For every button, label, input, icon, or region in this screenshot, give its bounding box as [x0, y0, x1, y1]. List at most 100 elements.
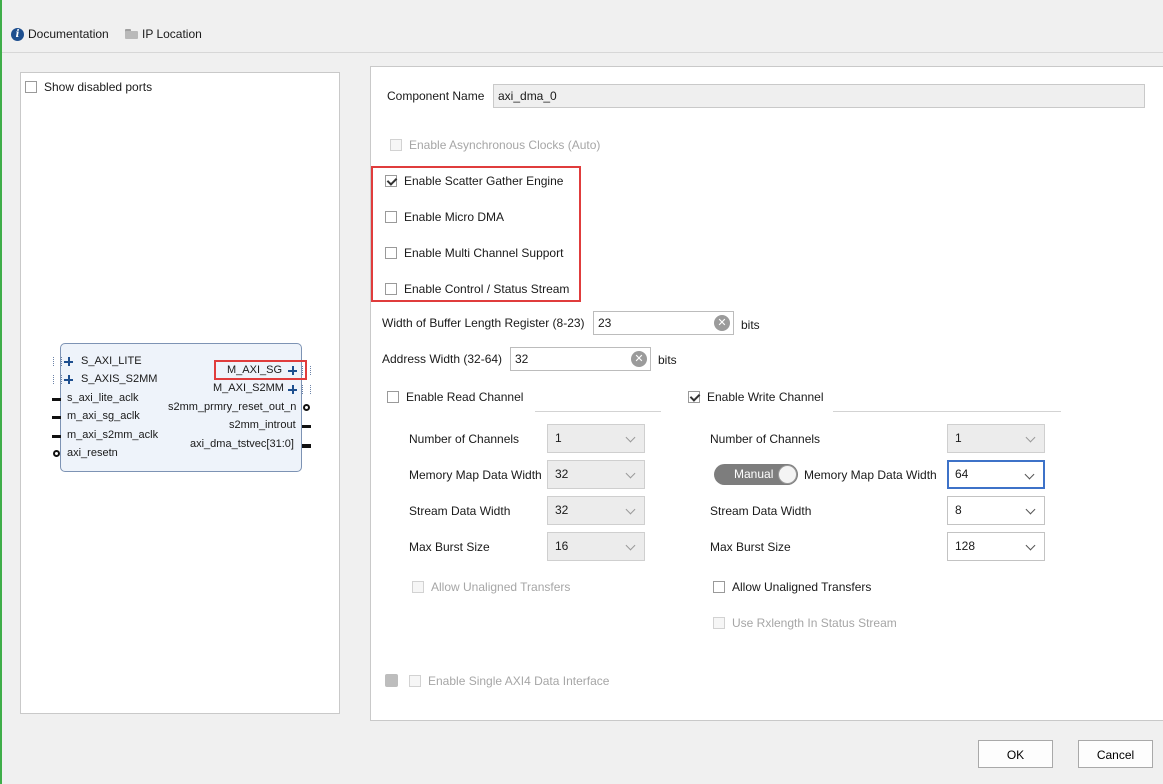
port-axi-dma-tstvec[interactable]: axi_dma_tstvec[31:0] — [190, 438, 294, 451]
component-name-field[interactable]: axi_dma_0 — [493, 84, 1145, 108]
chevron-down-icon — [625, 432, 636, 443]
write-burst-value: 128 — [955, 539, 976, 553]
address-width-field[interactable]: 32 ✕ — [510, 347, 651, 371]
port-m-axi-s2mm-aclk[interactable]: m_axi_s2mm_aclk — [67, 429, 158, 442]
clear-icon[interactable]: ✕ — [631, 351, 647, 367]
write-burst-select[interactable]: 128 — [947, 532, 1045, 561]
address-width-label: Address Width (32-64) — [382, 352, 503, 366]
write-channel-title: Enable Write Channel — [707, 390, 824, 404]
write-stream-width-value: 8 — [955, 503, 962, 517]
write-unaligned-checkbox[interactable] — [713, 581, 725, 593]
port-m-axi-s2mm[interactable]: M_AXI_S2MM — [213, 382, 284, 395]
port-s2mm-prmry-reset-out-n[interactable]: s2mm_prmry_reset_out_n — [168, 401, 296, 414]
single-axi4-checkbox — [409, 675, 421, 687]
port-pin — [52, 435, 61, 438]
write-stream-width-label: Stream Data Width — [710, 504, 812, 518]
read-stream-width-label: Stream Data Width — [409, 504, 511, 518]
single-axi4-label: Enable Single AXI4 Data Interface — [428, 674, 610, 688]
port-pin — [302, 425, 311, 428]
interface-pin — [53, 375, 62, 384]
interface-pin — [53, 357, 62, 366]
read-num-channels-select: 1 — [547, 424, 645, 453]
port-s-axi-lite[interactable]: S_AXI_LITE — [81, 355, 142, 368]
chevron-down-icon — [1025, 504, 1036, 515]
chevron-down-icon — [625, 540, 636, 551]
info-icon: i — [11, 27, 24, 41]
clear-icon[interactable]: ✕ — [714, 315, 730, 331]
write-num-channels-value: 1 — [955, 431, 962, 445]
interface-pin — [302, 385, 311, 394]
write-mm-width-label: Memory Map Data Width — [804, 468, 937, 482]
expand-icon[interactable] — [64, 375, 73, 384]
read-burst-label: Max Burst Size — [409, 540, 490, 554]
write-num-channels-select: 1 — [947, 424, 1045, 453]
port-s-axis-s2mm[interactable]: S_AXIS_S2MM — [81, 373, 157, 386]
folder-icon — [125, 29, 138, 39]
port-pin — [52, 416, 61, 419]
show-disabled-ports-checkbox[interactable] — [25, 81, 37, 93]
chevron-down-icon — [1024, 469, 1035, 480]
write-unaligned-label: Allow Unaligned Transfers — [732, 580, 872, 594]
expand-icon[interactable] — [64, 357, 73, 366]
component-name-label: Component Name — [387, 89, 485, 103]
read-burst-value: 16 — [555, 539, 569, 553]
rx-length-label: Use Rxlength In Status Stream — [732, 616, 897, 630]
buffer-length-field[interactable]: 23 ✕ — [593, 311, 734, 335]
read-stream-width-select: 32 — [547, 496, 645, 525]
highlight-box-options — [371, 166, 581, 302]
read-channel-title: Enable Read Channel — [406, 390, 524, 404]
port-m-axi-sg-aclk[interactable]: m_axi_sg_aclk — [67, 410, 140, 423]
read-burst-select: 16 — [547, 532, 645, 561]
read-num-channels-value: 1 — [555, 431, 562, 445]
write-burst-label: Max Burst Size — [710, 540, 791, 554]
documentation-link[interactable]: i Documentation — [11, 26, 109, 42]
port-s-axi-lite-aclk[interactable]: s_axi_lite_aclk — [67, 392, 139, 405]
buffer-length-label: Width of Buffer Length Register (8-23) — [382, 316, 585, 330]
port-pin — [52, 398, 61, 401]
chevron-down-icon — [625, 468, 636, 479]
expand-icon[interactable] — [288, 385, 297, 394]
highlight-box-m-axi-sg — [214, 360, 307, 380]
write-channel-checkbox[interactable] — [688, 391, 700, 403]
buffer-length-unit: bits — [741, 318, 760, 332]
read-mm-width-value: 32 — [555, 467, 569, 481]
write-mm-width-value: 64 — [955, 467, 969, 481]
toggle-knob — [778, 465, 797, 484]
manual-toggle[interactable]: Manual — [714, 464, 798, 485]
chevron-down-icon — [625, 504, 636, 515]
rx-length-checkbox — [713, 617, 725, 629]
read-num-channels-label: Number of Channels — [409, 432, 520, 446]
async-clocks-checkbox — [390, 139, 402, 151]
read-unaligned-label: Allow Unaligned Transfers — [431, 580, 571, 594]
documentation-label: Documentation — [28, 27, 109, 41]
read-channel-checkbox[interactable] — [387, 391, 399, 403]
port-s2mm-introut[interactable]: s2mm_introut — [229, 419, 296, 432]
async-clocks-label: Enable Asynchronous Clocks (Auto) — [409, 138, 601, 152]
auto-indicator-icon — [385, 674, 398, 687]
chevron-down-icon — [1025, 540, 1036, 551]
ip-location-link[interactable]: IP Location — [125, 26, 202, 42]
toolbar-divider — [2, 52, 1163, 53]
address-width-value: 32 — [515, 352, 529, 366]
active-low-pin-icon — [53, 450, 60, 457]
read-unaligned-checkbox — [412, 581, 424, 593]
group-divider — [833, 411, 1061, 412]
read-mm-width-select: 32 — [547, 460, 645, 489]
group-divider — [535, 411, 661, 412]
buffer-length-value: 23 — [598, 316, 612, 330]
window-edge — [0, 0, 2, 784]
manual-toggle-label: Manual — [734, 467, 774, 481]
port-axi-resetn[interactable]: axi_resetn — [67, 447, 118, 460]
chevron-down-icon — [1025, 432, 1036, 443]
show-disabled-ports-label: Show disabled ports — [44, 80, 153, 94]
ip-location-label: IP Location — [142, 27, 202, 41]
read-stream-width-value: 32 — [555, 503, 569, 517]
active-low-pin-icon — [303, 404, 310, 411]
ok-button[interactable]: OK — [978, 740, 1053, 768]
write-mm-width-select[interactable]: 64 — [947, 460, 1045, 489]
cancel-button[interactable]: Cancel — [1078, 740, 1153, 768]
bus-pin — [302, 444, 311, 448]
read-mm-width-label: Memory Map Data Width — [409, 468, 542, 482]
address-width-unit: bits — [658, 353, 677, 367]
write-stream-width-select[interactable]: 8 — [947, 496, 1045, 525]
